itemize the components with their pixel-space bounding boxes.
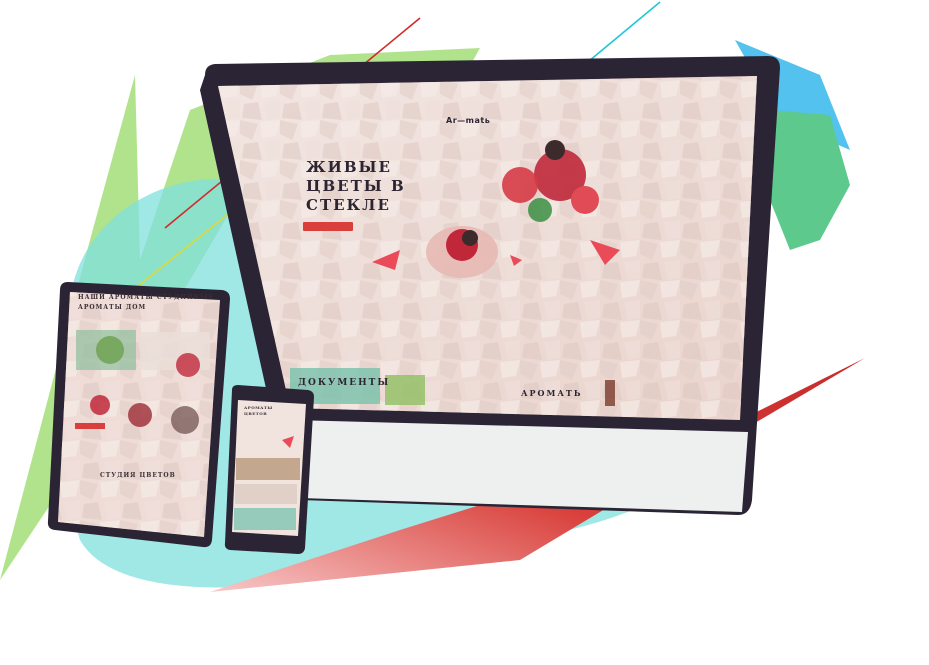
desktop-hero-title: ЖИВЫЕ ЦВЕТЫ В СТЕКЛЕ xyxy=(306,158,406,214)
section-leaf xyxy=(385,375,425,405)
desktop-cta-button xyxy=(303,222,353,231)
tablet-footer: СТУДИЯ ЦВЕТОВ xyxy=(100,472,176,479)
tablet-device xyxy=(47,282,231,548)
desktop-chin xyxy=(292,420,748,512)
bottle xyxy=(605,380,615,406)
desktop-section-label: ДОКУМЕНТЫ xyxy=(298,378,391,388)
phone-heading: АРОМАТЫ ЦВЕТОВ xyxy=(244,405,273,416)
flower-bowl xyxy=(426,226,498,278)
desktop-section-label-2: АРОМАТЬ xyxy=(521,388,583,398)
responsive-devices-illustration xyxy=(0,1,865,592)
tablet-heading: НАШИ АРОМАТЫ СТУДИЙНЫЕ АРОМАТЫ ДОМ xyxy=(78,294,215,311)
desktop-logo: Ar—matь xyxy=(446,116,491,125)
